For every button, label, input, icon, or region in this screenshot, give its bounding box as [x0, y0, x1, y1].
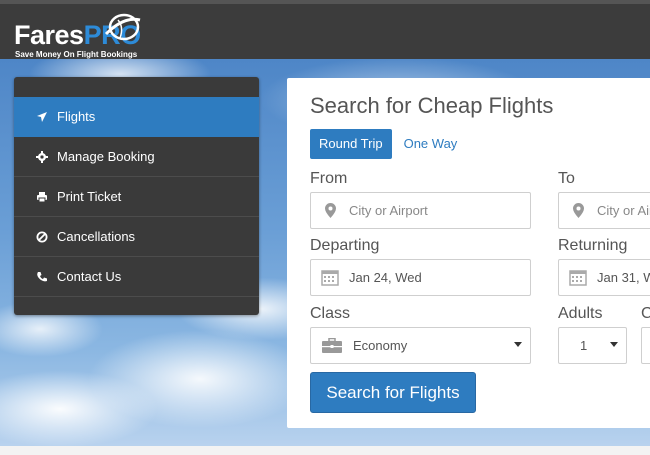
printer-icon: [14, 191, 57, 203]
map-pin-icon: [559, 203, 597, 218]
map-pin-icon: [311, 203, 349, 218]
to-input[interactable]: City or Airport: [558, 192, 650, 229]
children-label: C: [641, 305, 650, 322]
adults-value: 1: [580, 338, 588, 353]
sidebar-item-label: Cancellations: [57, 229, 136, 244]
from-input[interactable]: City or Airport: [310, 192, 531, 229]
sidebar-item-manage-booking[interactable]: Manage Booking: [14, 137, 259, 177]
flight-search-panel: Search for Cheap Flights Round Trip One …: [287, 78, 650, 428]
logo-tagline: Save Money On Flight Bookings: [15, 50, 138, 59]
from-placeholder: City or Airport: [349, 203, 428, 218]
sidebar-item-print-ticket[interactable]: Print Ticket: [14, 177, 259, 217]
sidebar-item-cancellations[interactable]: Cancellations: [14, 217, 259, 257]
children-select[interactable]: [641, 327, 650, 364]
tab-one-way[interactable]: One Way: [395, 129, 467, 159]
sidebar-menu: Flights Manage Booking Print Ticket Canc…: [14, 77, 259, 315]
calendar-icon: [311, 269, 349, 286]
adults-select[interactable]: 1: [558, 327, 627, 364]
briefcase-icon: [311, 338, 353, 353]
phone-icon: [14, 271, 57, 283]
departing-date-value: Jan 24, Wed: [349, 270, 422, 285]
returning-label: Returning: [558, 237, 628, 254]
sidebar-item-flights[interactable]: Flights: [14, 97, 259, 137]
chevron-down-icon: [610, 342, 618, 347]
gear-icon: [14, 150, 57, 163]
sidebar-item-contact-us[interactable]: Contact Us: [14, 257, 259, 297]
to-label: To: [558, 170, 575, 187]
farespro-logo[interactable]: FaresPRO Save Money On Flight Bookings: [14, 12, 142, 60]
class-select[interactable]: Economy: [310, 327, 531, 364]
search-title: Search for Cheap Flights: [310, 93, 554, 118]
to-placeholder: City or Airport: [597, 203, 650, 218]
adults-label: Adults: [558, 305, 603, 322]
departing-date-input[interactable]: Jan 24, Wed: [310, 259, 531, 296]
sidebar-item-label: Contact Us: [57, 269, 122, 284]
globe-logo-icon: [104, 13, 141, 41]
departing-label: Departing: [310, 237, 380, 254]
class-label: Class: [310, 305, 351, 322]
calendar-icon: [559, 269, 597, 286]
returning-date-input[interactable]: Jan 31, Wed: [558, 259, 650, 296]
ban-icon: [14, 231, 57, 243]
sidebar-item-label: Print Ticket: [57, 189, 122, 204]
from-label: From: [310, 170, 348, 187]
search-flights-button[interactable]: Search for Flights: [310, 372, 476, 413]
class-value: Economy: [353, 338, 408, 353]
chevron-down-icon: [514, 342, 522, 347]
tab-round-trip[interactable]: Round Trip: [310, 129, 392, 159]
sidebar-item-label: Flights: [57, 109, 96, 124]
footer-strip: [0, 446, 650, 455]
returning-date-value: Jan 31, Wed: [597, 270, 650, 285]
sidebar-item-label: Manage Booking: [57, 149, 155, 164]
plane-icon: [14, 111, 57, 123]
trip-type-tabs: Round Trip One Way: [310, 129, 466, 159]
top-header: FaresPRO Save Money On Flight Bookings: [0, 0, 650, 59]
